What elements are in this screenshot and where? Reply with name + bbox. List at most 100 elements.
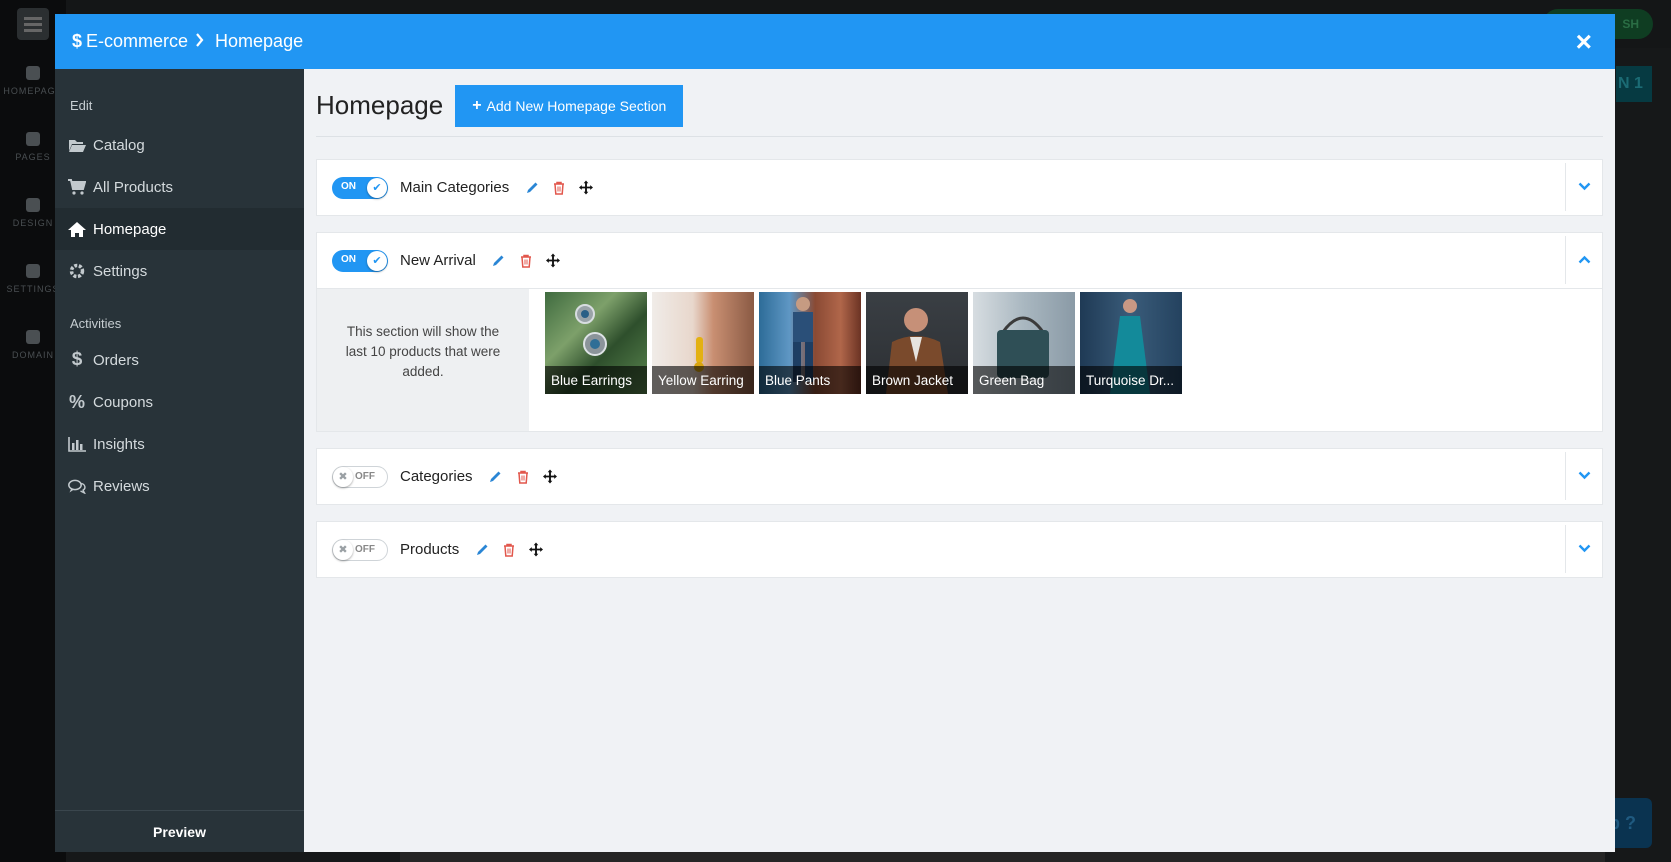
section-expand-toggle[interactable] <box>1565 525 1602 573</box>
section-expand-toggle[interactable] <box>1565 163 1602 211</box>
homepage-section-products: ✖ OFF Products <box>316 521 1603 578</box>
main-content: Homepage + Add New Homepage Section ON ✔… <box>304 69 1615 852</box>
close-modal-button[interactable]: × <box>1576 27 1592 56</box>
product-thumbnail[interactable]: Yellow Earring <box>652 292 754 394</box>
chevron-right-icon <box>195 31 204 52</box>
edit-pencil-icon[interactable] <box>489 469 503 485</box>
main-header: Homepage + Add New Homepage Section <box>316 69 1603 137</box>
delete-trash-icon[interactable] <box>552 180 566 196</box>
bar-chart-icon <box>67 436 87 452</box>
gear-icon <box>26 264 40 278</box>
section-header: ✖ OFF Products <box>317 522 1602 577</box>
section-toggle[interactable]: ON ✔ <box>332 249 388 272</box>
product-name: Yellow Earring <box>652 366 754 394</box>
chevron-up-icon <box>1578 251 1591 269</box>
product-thumbnails: Blue Earrings Yellow Earring Blue Pants <box>529 289 1187 431</box>
percent-icon: % <box>68 391 85 412</box>
product-thumbnail[interactable]: Blue Earrings <box>545 292 647 394</box>
section-toggle[interactable]: ON ✔ <box>332 176 388 199</box>
add-homepage-section-button[interactable]: + Add New Homepage Section <box>455 84 684 127</box>
sidebar-item-all-products[interactable]: All Products <box>55 166 304 208</box>
sidebar-item-orders[interactable]: $ Orders <box>55 339 304 381</box>
drag-move-icon[interactable] <box>542 469 557 485</box>
section-content: This section will show the last 10 produ… <box>317 288 1602 431</box>
add-button-label: Add New Homepage Section <box>486 97 667 114</box>
toggle-label: ON <box>341 180 356 192</box>
sidebar-item-label: Coupons <box>93 393 154 411</box>
product-thumbnail[interactable]: Blue Pants <box>759 292 861 394</box>
background-nav-label: DOMAIN <box>12 350 54 360</box>
check-icon: ✔ <box>367 177 387 198</box>
home-icon <box>26 66 40 80</box>
section-header: ✖ OFF Categories <box>317 449 1602 504</box>
product-thumbnail[interactable]: Brown Jacket <box>866 292 968 394</box>
sidebar-item-catalog[interactable]: Catalog <box>55 124 304 166</box>
chevron-down-icon <box>1578 178 1591 196</box>
section-header: ON ✔ New Arrival <box>317 233 1602 288</box>
edit-pencil-icon[interactable] <box>492 253 506 269</box>
edit-pencil-icon[interactable] <box>475 542 489 558</box>
sidebar-item-coupons[interactable]: % Coupons <box>55 381 304 423</box>
globe-icon <box>26 330 40 344</box>
pages-icon <box>26 132 40 146</box>
comments-icon <box>67 479 87 494</box>
sidebar-item-homepage[interactable]: Homepage <box>55 208 304 250</box>
section-header: ON ✔ Main Categories <box>317 160 1602 215</box>
background-nav-label: SETTINGS <box>6 284 60 294</box>
product-name: Turquoise Dr... <box>1080 366 1182 394</box>
homepage-editor-modal: $ E-commerce Homepage × Edit Catalog All… <box>55 14 1615 852</box>
section-description: This section will show the last 10 produ… <box>317 289 529 431</box>
sidebar-item-label: All Products <box>93 178 174 196</box>
menu-icon <box>17 8 49 40</box>
drag-move-icon[interactable] <box>529 542 544 558</box>
section-toggle[interactable]: ✖ OFF <box>332 538 388 561</box>
x-icon: ✖ <box>333 466 353 487</box>
section-expand-toggle[interactable] <box>1565 452 1602 500</box>
drag-move-icon[interactable] <box>545 253 560 269</box>
chevron-down-icon <box>1578 540 1591 558</box>
check-icon: ✔ <box>367 250 387 271</box>
delete-trash-icon[interactable] <box>516 469 530 485</box>
modal-body: Edit Catalog All Products Homepage Setti… <box>55 69 1615 852</box>
section-name: Categories <box>400 468 473 485</box>
brush-icon <box>26 198 40 212</box>
breadcrumb-root[interactable]: E-commerce <box>86 31 188 52</box>
dollar-icon: $ <box>72 31 83 51</box>
homepage-section-main-categories: ON ✔ Main Categories <box>316 159 1603 216</box>
delete-trash-icon[interactable] <box>502 542 516 558</box>
section-name: New Arrival <box>400 252 476 269</box>
section-toggle[interactable]: ✖ OFF <box>332 465 388 488</box>
toggle-label: OFF <box>355 470 375 482</box>
background-nav-label: PAGES <box>15 152 51 162</box>
delete-trash-icon[interactable] <box>519 253 533 269</box>
edit-pencil-icon[interactable] <box>525 180 539 196</box>
sidebar-item-label: Reviews <box>93 477 150 495</box>
sidebar-item-reviews[interactable]: Reviews <box>55 465 304 507</box>
sidebar-item-label: Insights <box>93 435 145 453</box>
drag-move-icon[interactable] <box>579 180 594 196</box>
product-name: Green Bag <box>973 366 1075 394</box>
sidebar-heading-activities: Activities <box>70 316 122 331</box>
modal-header: $ E-commerce Homepage × <box>55 14 1615 69</box>
product-thumbnail[interactable]: Green Bag <box>973 292 1075 394</box>
cart-icon <box>67 179 87 195</box>
section-collapse-toggle[interactable] <box>1565 236 1602 284</box>
home-icon <box>67 221 87 237</box>
product-thumbnail[interactable]: Turquoise Dr... <box>1080 292 1182 394</box>
toggle-label: OFF <box>355 543 375 555</box>
section-name: Main Categories <box>400 179 510 196</box>
product-name: Blue Pants <box>759 366 861 394</box>
homepage-section-new-arrival: ON ✔ New Arrival This section will show … <box>316 232 1603 432</box>
product-name: Brown Jacket <box>866 366 968 394</box>
sidebar: Edit Catalog All Products Homepage Setti… <box>55 69 304 852</box>
folder-open-icon <box>67 138 87 153</box>
background-nav-label: HOMEPAGE <box>3 86 63 96</box>
sidebar-item-settings[interactable]: Settings <box>55 250 304 292</box>
preview-button[interactable]: Preview <box>55 810 304 852</box>
sidebar-item-insights[interactable]: Insights <box>55 423 304 465</box>
sidebar-item-label: Settings <box>93 262 148 280</box>
breadcrumb: $ E-commerce Homepage <box>72 31 303 52</box>
sidebar-item-label: Homepage <box>93 220 167 238</box>
background-strip: N 1 <box>1616 66 1652 102</box>
sidebar-edit-list: Catalog All Products Homepage Settings <box>55 124 304 292</box>
